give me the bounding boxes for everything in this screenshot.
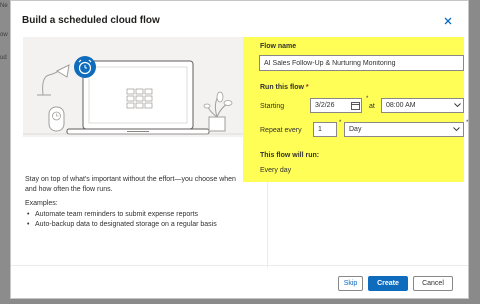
run-this-flow-label: Run this flow * [260, 84, 309, 91]
repeat-unit-value: Day [349, 126, 362, 133]
background-fragment: ow [0, 32, 8, 38]
list-item: • Auto-backup data to designated storage … [27, 221, 217, 228]
list-item: • Automate team reminders to submit expen… [27, 211, 199, 218]
chevron-down-icon [453, 127, 460, 132]
flow-name-field[interactable] [259, 55, 464, 71]
dialog-description: Stay on top of what's important without … [25, 176, 236, 193]
examples-heading: Examples: [25, 200, 58, 207]
background-app: Ne ow ud [0, 0, 10, 304]
at-label: at [369, 103, 375, 110]
required-mark: * [339, 120, 342, 126]
skip-button[interactable]: Skip [338, 276, 363, 291]
dialog-title: Build a scheduled cloud flow [22, 15, 160, 26]
start-time-value: 08:00 AM [386, 102, 416, 109]
examples-list: • Automate team reminders to submit expen… [25, 210, 255, 230]
scheduled-flow-illustration [23, 37, 254, 137]
start-time-dropdown[interactable]: 08:00 AM [381, 98, 464, 113]
flow-name-input[interactable] [264, 59, 463, 67]
lamp-illustration [37, 64, 70, 96]
required-mark: * [305, 84, 309, 91]
required-mark: * [366, 96, 369, 102]
cancel-button[interactable]: Cancel [413, 276, 453, 291]
close-button[interactable] [441, 14, 455, 28]
flow-schedule-summary: Every day [260, 167, 292, 174]
flow-will-run-label: This flow will run: [260, 152, 320, 159]
laptop-calendar-illustration [23, 56, 254, 135]
calendar-icon[interactable] [351, 101, 360, 110]
flow-settings-panel: Flow name Run this flow * Starting 3/2/2… [243, 37, 468, 182]
background-fragment: Ne [0, 3, 8, 9]
repeat-unit-dropdown[interactable]: Day [344, 122, 464, 137]
close-icon [444, 17, 452, 25]
start-date-value: 3/2/26 [315, 102, 335, 109]
repeat-interval-input[interactable] [318, 126, 336, 133]
footer-divider [11, 265, 468, 266]
required-mark: * [466, 120, 469, 126]
repeat-interval-field[interactable] [313, 122, 337, 137]
background-fragment: ud [0, 55, 7, 61]
build-scheduled-flow-dialog: Build a scheduled cloud flow Stay on top… [10, 0, 469, 299]
create-button[interactable]: Create [368, 276, 408, 291]
chevron-down-icon [454, 103, 461, 108]
alarm-clock-icon [74, 56, 96, 78]
bullet-icon: • [27, 221, 30, 228]
flow-name-label: Flow name [260, 43, 297, 50]
start-date-picker[interactable]: 3/2/26 [310, 98, 362, 113]
bullet-icon: • [27, 211, 30, 218]
desk-clock-illustration [48, 106, 65, 132]
repeat-every-label: Repeat every [260, 127, 302, 134]
plant-illustration [203, 91, 233, 132]
starting-label: Starting [260, 103, 285, 110]
